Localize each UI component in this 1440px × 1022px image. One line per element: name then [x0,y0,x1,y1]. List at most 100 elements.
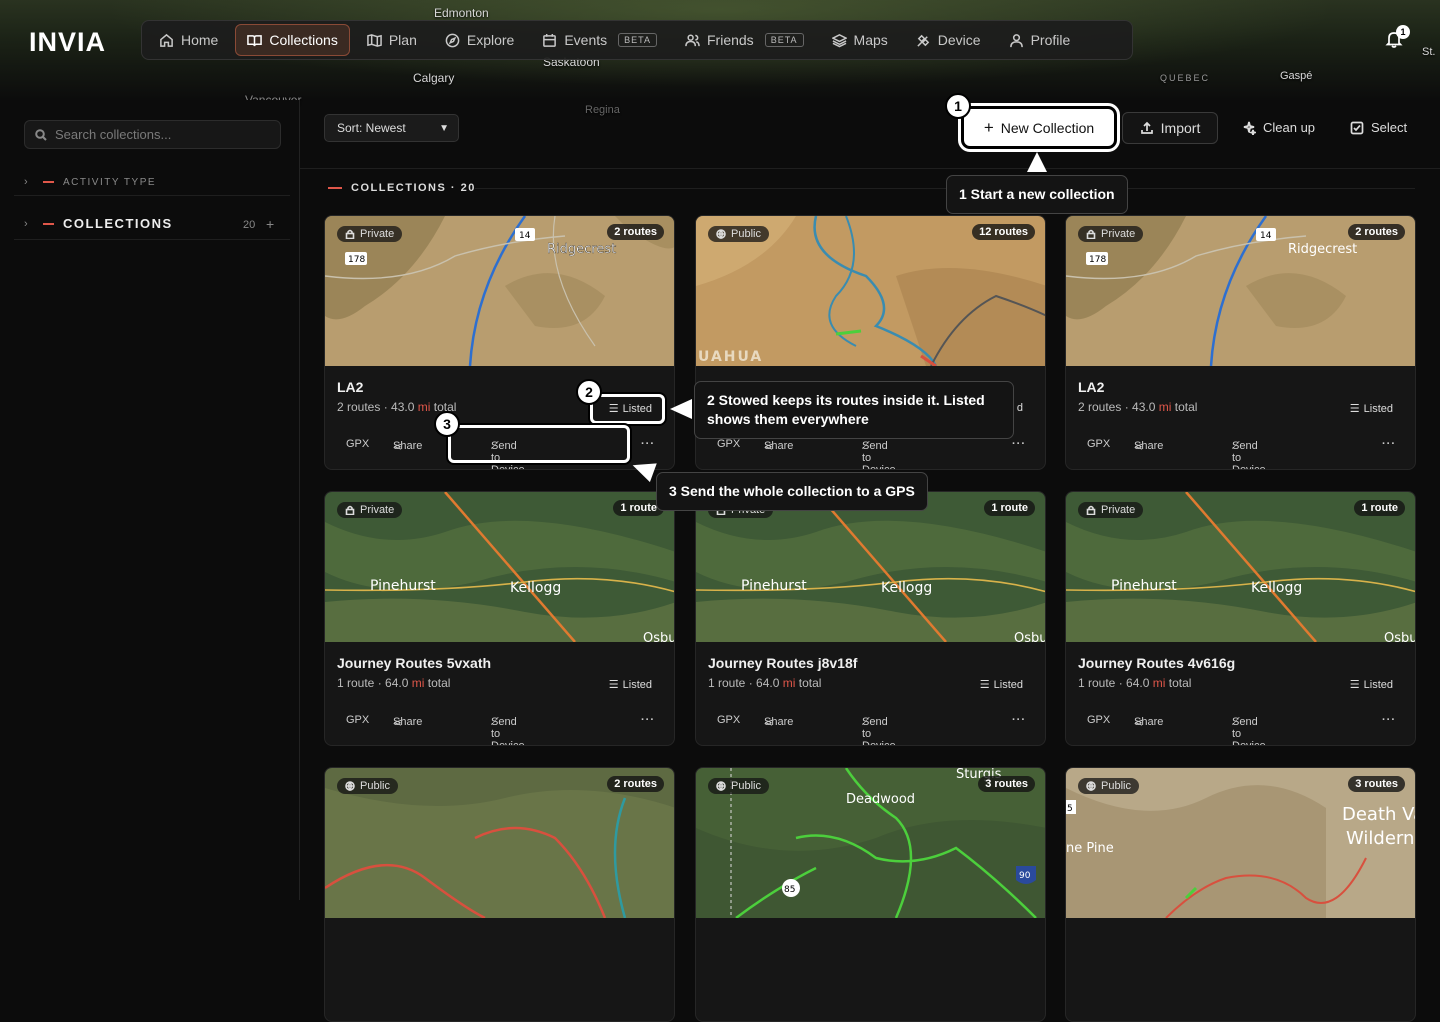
routes-count-badge: 12 routes [972,224,1035,240]
sort-value: Sort: Newest [337,121,406,135]
collection-card[interactable]: Ridgecrest 14 178 Private 2 routes LA2 2… [1065,215,1416,470]
collection-card[interactable]: Pinehurst Kellogg Osbu Private 1 route J… [695,491,1046,746]
map-label: Kellogg [1251,580,1302,596]
collection-card[interactable]: Public 2 routes [324,767,675,1022]
list-icon: ☰ [1349,679,1360,691]
add-collection-button[interactable]: + [266,216,274,232]
calendar-icon [543,33,557,47]
clean-up-button[interactable]: Clean up [1242,120,1315,135]
collections-count: 20 [243,219,256,231]
checkbox-icon [1350,121,1364,134]
divider [475,188,1415,189]
tour-callout: 1 Start a new collection [946,175,1128,214]
routes-count-badge: 1 route [1354,500,1405,516]
plus-icon: + [983,117,994,137]
more-options-button[interactable]: ··· [641,714,655,726]
layers-icon [831,33,847,47]
collection-card[interactable]: Sturgis Deadwood 85 90 Public 3 routes [695,767,1046,1022]
map-label: Wildern [1346,828,1414,849]
book-icon [247,34,263,46]
listed-toggle[interactable]: ☰ Listed [609,678,652,692]
nav-explore[interactable]: Explore [434,24,525,56]
listed-toggle[interactable]: ☰ Listed [1349,402,1393,416]
map-label: 178 [348,255,365,265]
nav-label: Friends [707,32,754,48]
satellite-icon [917,34,930,47]
search-input[interactable] [55,127,275,142]
tour-step-marker: 1 [945,93,971,119]
visibility-badge: Public [1078,778,1139,794]
card-meta: 1 route · 64.0 mi total [337,676,451,690]
section-header: COLLECTIONS · 20 [328,182,476,194]
gpx-button[interactable]: GPX [717,438,740,450]
more-options-button[interactable]: ··· [1382,438,1396,450]
gpx-button[interactable]: GPX [346,438,369,450]
chevron-down-icon: ▼ [439,122,449,134]
gpx-button[interactable]: GPX [1087,714,1110,726]
nav-label: Home [181,32,219,48]
gpx-button[interactable]: GPX [717,714,740,726]
divider [14,195,290,196]
more-options-button[interactable]: ··· [1012,714,1026,726]
gpx-button[interactable]: GPX [346,714,369,726]
collection-card[interactable]: Pinehurst Kellogg Osbu Private 1 route J… [324,491,675,746]
divider [300,168,1440,169]
user-icon [1009,33,1023,47]
chevron-right-icon: › [24,176,28,188]
nav-label: Profile [1030,32,1071,48]
sort-select[interactable]: Sort: Newest ▼ [324,114,459,142]
nav-label: Collections [269,32,338,48]
routes-count-badge: 3 routes [978,776,1035,792]
more-options-button[interactable]: ··· [1382,714,1396,726]
map-label: UAHUA [698,349,763,365]
nav-home[interactable]: Home [148,24,229,56]
card-meta: 1 route · 64.0 mi total [708,676,822,690]
activity-type-label: ACTIVITY TYPE [63,176,157,188]
map-label: 14 [519,231,531,241]
clean-up-label: Clean up [1263,120,1316,135]
collections-tree-label: COLLECTIONS [63,216,173,231]
listed-toggle[interactable]: ☰ Listed [1349,678,1393,692]
collection-card[interactable]: Death Va Wildern ne Pine 5 Public 3 rout… [1065,767,1416,1022]
nav-collections[interactable]: Collections [235,24,350,56]
list-icon: ☰ [1349,403,1360,415]
upload-icon [1140,121,1153,134]
more-options-button[interactable]: ··· [641,438,655,450]
nav-device[interactable]: Device [905,24,992,56]
listed-toggle[interactable]: ☰ Listed [980,678,1023,692]
more-options-button[interactable]: ··· [1012,438,1026,450]
map-place-label: QUEBEC [1160,73,1211,83]
collection-card[interactable]: Pinehurst Kellogg Osbu Private 1 route J… [1065,491,1416,746]
new-collection-label: New Collection [1000,119,1095,136]
import-label: Import [1160,120,1201,136]
nav-profile[interactable]: Profile [998,24,1082,56]
card-meta: 1 route · 64.0 mi total [1078,676,1192,690]
gpx-button[interactable]: GPX [1087,438,1110,450]
nav-label: Events [564,32,608,48]
import-button[interactable]: Import [1122,112,1218,144]
map-label: Death Va [1342,804,1416,825]
collections-tree-toggle[interactable]: › COLLECTIONS [24,216,173,231]
routes-count-badge: 2 routes [607,776,664,792]
map-label: Osbu [643,631,675,642]
activity-type-filter[interactable]: › ACTIVITY TYPE [24,176,156,188]
listed-toggle[interactable]: d [1017,402,1023,414]
tour-highlight [448,425,630,463]
tour-callout: 3 Send the whole collection to a GPS [656,472,928,511]
new-collection-button[interactable]: + New Collection [958,103,1120,152]
nav-plan[interactable]: Plan [356,24,428,56]
select-button[interactable]: Select [1350,120,1407,135]
nav-events[interactable]: Events BETA [531,24,668,56]
map-label: Ridgecrest [547,242,616,257]
app-logo[interactable]: INVIA [29,27,106,58]
map-label: Deadwood [846,792,915,807]
sparkles-icon [1243,121,1256,135]
map-place-label: Edmonton [434,6,489,20]
nav-maps[interactable]: Maps [821,24,899,56]
map-label: 178 [1089,255,1106,265]
collections-search[interactable] [24,120,281,149]
map-place-label: Calgary [413,71,455,85]
search-icon [35,128,47,141]
globe-icon [716,229,726,239]
nav-friends[interactable]: Friends BETA [674,24,815,56]
